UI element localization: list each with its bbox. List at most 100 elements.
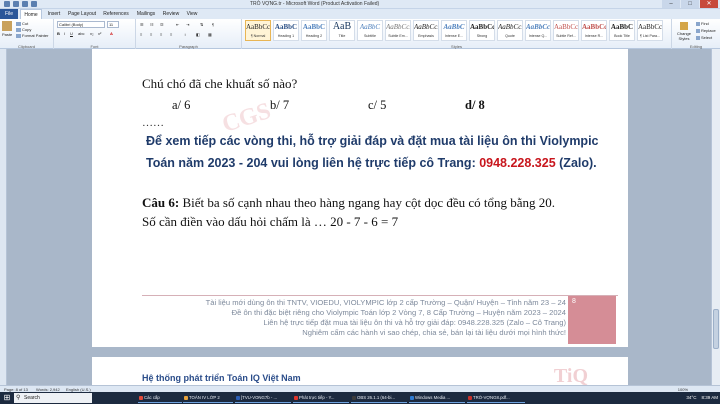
style-book-title[interactable]: AaBbC Book Title: [609, 20, 635, 41]
style-title[interactable]: AaB Title: [329, 20, 355, 41]
paste-icon: [2, 21, 12, 31]
weather-status[interactable]: 34°C: [686, 395, 696, 400]
line-spacing-icon[interactable]: ↕: [184, 32, 186, 37]
footer-page-badge: 8: [568, 296, 616, 344]
select-button[interactable]: Select: [696, 35, 712, 40]
taskbar: ⊞ ⚲ Search Các cấp TOÁN IV LỚP 2 [TVU-VO…: [0, 392, 720, 404]
superscript-button[interactable]: x²: [98, 31, 101, 36]
quick-access-toolbar[interactable]: [4, 1, 64, 7]
windows-start-icon[interactable]: ⊞: [1, 393, 13, 403]
replace-button[interactable]: Replace: [696, 28, 716, 33]
copy-button[interactable]: Copy: [16, 27, 31, 32]
style-intense-reference[interactable]: AaBbCc Intense R...: [581, 20, 607, 41]
style-quote[interactable]: AaBbCcDQuote: [497, 20, 523, 41]
footer-line-4: Nghiêm cấm các hành vi sao chép, chia sẻ…: [302, 328, 566, 337]
font-size-select[interactable]: 11: [107, 21, 119, 28]
styles-group: AaBbCc ¶ Normal AaBbC Heading 1 AaBbC Headi…: [242, 19, 672, 49]
promo-line-1: Để xem tiếp các vòng thi, hỗ trợ giải đá…: [146, 134, 599, 148]
style-heading-1[interactable]: AaBbC Heading 1: [273, 20, 299, 41]
system-tray[interactable]: 34°C 8:39 AM: [686, 392, 718, 404]
taskbar-app-4[interactable]: OBS 26.1.1 (64-bi...: [351, 393, 407, 403]
copy-icon: [16, 27, 21, 32]
status-bar: Page: 8 of 13 Words: 2,942 English (U.S.…: [0, 385, 720, 392]
style-subtle-reference[interactable]: AaBbCcDSubtle Ref...: [553, 20, 579, 41]
show-marks-icon[interactable]: ¶: [212, 22, 214, 27]
style-strong[interactable]: AaBbCcDStrong: [469, 20, 495, 41]
watermark: CGS: [219, 98, 275, 139]
style-subtle-emphasis[interactable]: AaBbCcDSubtle Em...: [385, 20, 411, 41]
undo-icon[interactable]: [22, 1, 28, 7]
scrollbar-thumb[interactable]: [713, 309, 719, 349]
taskbar-app-0[interactable]: Các cấp: [138, 393, 182, 403]
style-emphasis[interactable]: AaBbCcDEmphasis: [413, 20, 439, 41]
promo-phone: 0948.228.325: [479, 156, 556, 170]
subscript-button[interactable]: x₂: [90, 31, 94, 36]
cut-button[interactable]: Cut: [16, 21, 28, 26]
align-left-icon[interactable]: ≡: [140, 32, 142, 37]
option-c: c/ 5: [368, 98, 387, 112]
clock[interactable]: 8:39 AM: [701, 395, 718, 400]
find-button[interactable]: Find: [696, 21, 709, 26]
vertical-scrollbar[interactable]: [711, 49, 720, 385]
tab-page-layout[interactable]: Page Layout: [65, 9, 99, 19]
font-color-button[interactable]: A: [110, 31, 113, 36]
redo-icon[interactable]: [31, 1, 37, 7]
sort-icon[interactable]: ⇅: [200, 22, 203, 27]
style-intense-emphasis[interactable]: AaBbC Intense E...: [441, 20, 467, 41]
close-button[interactable]: ✕: [700, 0, 718, 8]
underline-button[interactable]: U: [70, 31, 73, 36]
style-normal[interactable]: AaBbCc ¶ Normal: [245, 20, 271, 41]
word-icon: [4, 1, 10, 7]
question-6-label: Câu 6:: [142, 195, 180, 210]
vertical-ruler: [0, 49, 7, 385]
minimize-button[interactable]: –: [662, 0, 680, 8]
change-styles-button[interactable]: Change Styles: [673, 22, 695, 41]
question-line: Chú chó đã che khuất số nào?: [142, 76, 298, 91]
style-intense-quote[interactable]: AaBbCcDIntense Q...: [525, 20, 551, 41]
style-subtitle[interactable]: AaBbC Subtitle: [357, 20, 383, 41]
tab-review[interactable]: Review: [160, 9, 182, 19]
taskbar-app-5[interactable]: Windows Media ...: [409, 393, 465, 403]
document-workspace[interactable]: Chú chó đã che khuất số nào? a/ 6 b/ 7 c…: [0, 49, 720, 397]
numbering-icon[interactable]: ☷: [150, 22, 154, 27]
media-player-icon: [410, 396, 414, 400]
taskbar-app-2[interactable]: [TVU-VONG7b - ...: [235, 393, 291, 403]
bullets-icon[interactable]: ☰: [140, 22, 144, 27]
borders-icon[interactable]: ▦: [208, 32, 212, 37]
next-page-header: Hệ thống phát triển Toán IQ Việt Nam: [142, 373, 301, 383]
scissors-icon: [16, 21, 21, 26]
tab-home[interactable]: Home: [20, 9, 42, 19]
option-d: d/ 8: [465, 98, 485, 112]
bold-button[interactable]: B: [57, 31, 60, 36]
save-icon[interactable]: [13, 1, 19, 7]
maximize-button[interactable]: □: [681, 0, 699, 8]
format-painter-button[interactable]: Format Painter: [16, 33, 48, 38]
justify-icon[interactable]: ≡: [170, 32, 172, 37]
tab-file[interactable]: File: [0, 9, 18, 19]
page-footer: Tài liệu mới dùng ôn thi TNTV, VIOEDU, V…: [142, 295, 618, 344]
increase-indent-icon[interactable]: ⇥: [186, 22, 189, 27]
strikethrough-button[interactable]: abc: [78, 31, 84, 36]
style-list-paragraph[interactable]: AaBbCc ¶ List Para...: [637, 20, 663, 41]
tab-references[interactable]: References: [100, 9, 132, 19]
style-heading-2[interactable]: AaBbC Heading 2: [301, 20, 327, 41]
paste-button[interactable]: Paste: [2, 21, 13, 37]
italic-button[interactable]: I: [64, 31, 65, 36]
document-page[interactable]: Chú chó đã che khuất số nào? a/ 6 b/ 7 c…: [92, 49, 628, 347]
taskbar-app-6[interactable]: TRÒ-VỢNG8.pdf...: [467, 393, 525, 403]
tab-insert[interactable]: Insert: [44, 9, 64, 19]
align-right-icon[interactable]: ≡: [160, 32, 162, 37]
tab-view[interactable]: View: [183, 9, 201, 19]
multilevel-list-icon[interactable]: ☲: [160, 22, 164, 27]
align-center-icon[interactable]: ≡: [150, 32, 152, 37]
shading-icon[interactable]: ◧: [196, 32, 200, 37]
decrease-indent-icon[interactable]: ⇤: [176, 22, 179, 27]
taskbar-app-3[interactable]: Phát trực tiếp - Y...: [293, 393, 349, 403]
taskbar-search[interactable]: ⚲ Search: [14, 393, 92, 403]
option-b: b/ 7: [270, 98, 290, 112]
footer-line-2: Đề ôn thi đặc biệt riêng cho Violympic T…: [231, 308, 566, 317]
tab-mailings[interactable]: Mailings: [133, 9, 159, 19]
brush-icon: [16, 33, 21, 38]
taskbar-app-1[interactable]: TOÁN IV LỚP 2: [183, 393, 233, 403]
font-family-select[interactable]: Calibri (Body): [57, 21, 105, 28]
